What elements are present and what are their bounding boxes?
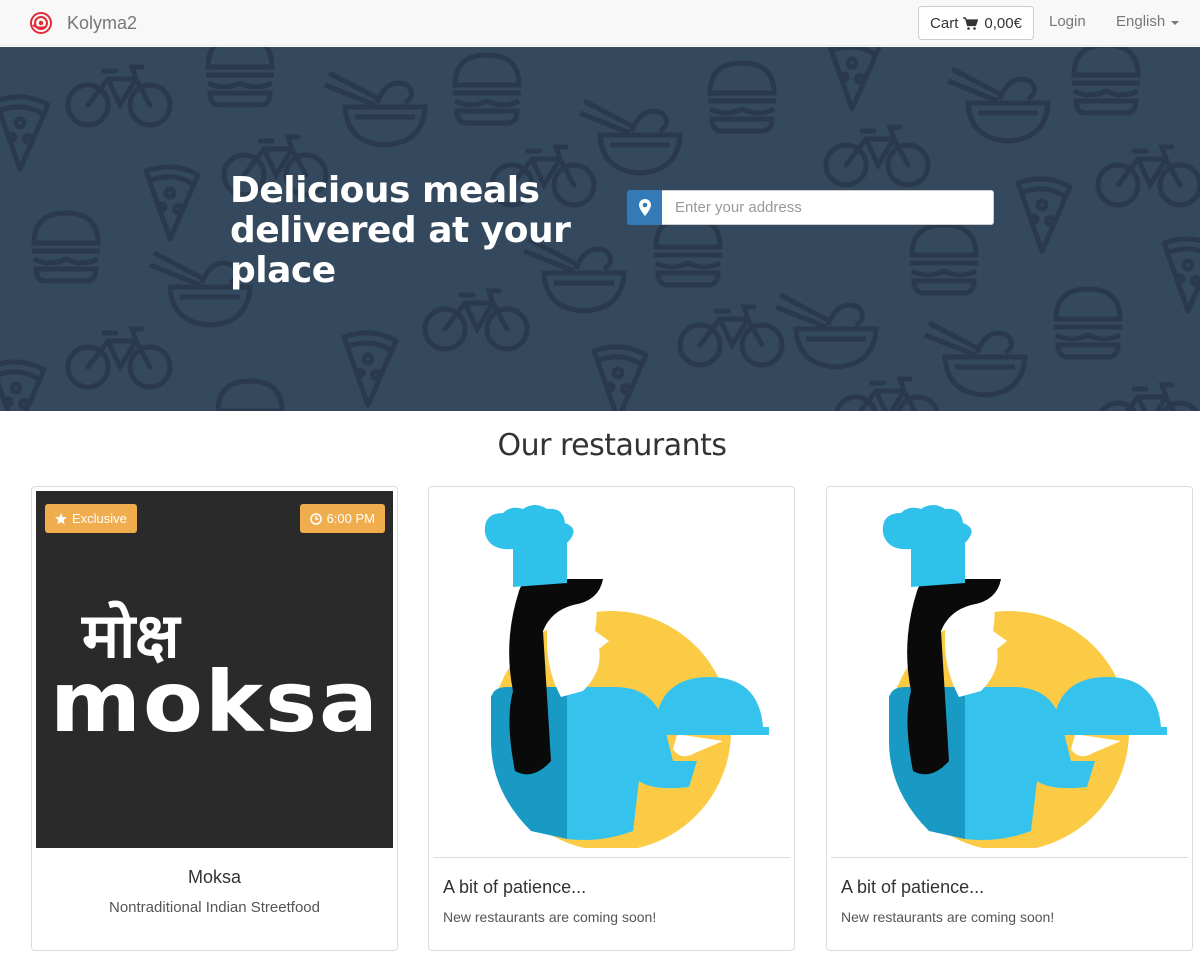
hero-title: Delicious meals delivered at your place [230, 170, 571, 291]
cart-label: Cart [930, 14, 959, 32]
section-title: Our restaurants [497, 428, 727, 463]
card-divider [831, 857, 1188, 858]
exclusive-badge: Exclusive [45, 504, 137, 533]
brand[interactable]: Kolyma2 [30, 10, 137, 36]
moksa-logo: मोक्ष moksa [50, 599, 380, 751]
cart-button[interactable]: Cart 0,00€ [918, 6, 1034, 40]
brand-logo-icon [30, 12, 52, 34]
address-input[interactable] [662, 190, 994, 225]
exclusive-label: Exclusive [72, 511, 127, 526]
chevron-down-icon [1171, 20, 1180, 25]
map-marker-icon [627, 190, 662, 225]
address-search-group [627, 190, 994, 225]
language-label: English [1116, 13, 1166, 30]
coming-soon-text: New restaurants are coming soon! [443, 909, 657, 925]
star-icon [55, 512, 67, 524]
clock-icon [309, 512, 322, 525]
shopping-cart-icon [963, 16, 979, 30]
coming-soon-text: New restaurants are coming soon! [841, 909, 1055, 925]
login-link[interactable]: Login [1049, 13, 1086, 30]
coming-soon-card: A bit of patience... New restaurants are… [428, 486, 795, 951]
coming-soon-title: A bit of patience... [443, 877, 587, 897]
restaurant-card-moksa[interactable]: Exclusive 6:00 PM मोक्ष moksa Moksa Nont… [31, 486, 398, 951]
chef-illustration [484, 505, 769, 848]
restaurant-description: Nontraditional Indian Streetfood [109, 899, 320, 916]
navbar: Kolyma2 Cart 0,00€ Login English [0, 0, 1200, 46]
hero-banner: Delicious meals delivered at your place [0, 47, 1200, 411]
food-pattern-background [0, 47, 1200, 411]
restaurant-name[interactable]: Moksa [32, 867, 397, 888]
opening-time: 6:00 PM [326, 511, 375, 526]
chef-illustration [882, 505, 1167, 848]
brand-name: Kolyma2 [67, 12, 138, 33]
svg-text:moksa: moksa [50, 653, 380, 751]
card-divider [433, 857, 790, 858]
opening-time-badge: 6:00 PM [299, 504, 385, 533]
coming-soon-card: A bit of patience... New restaurants are… [826, 486, 1193, 951]
restaurant-image: Exclusive 6:00 PM मोक्ष moksa [36, 491, 393, 848]
cart-total: 0,00€ [984, 14, 1022, 32]
language-dropdown[interactable]: English [1116, 13, 1180, 30]
coming-soon-title: A bit of patience... [841, 877, 985, 897]
